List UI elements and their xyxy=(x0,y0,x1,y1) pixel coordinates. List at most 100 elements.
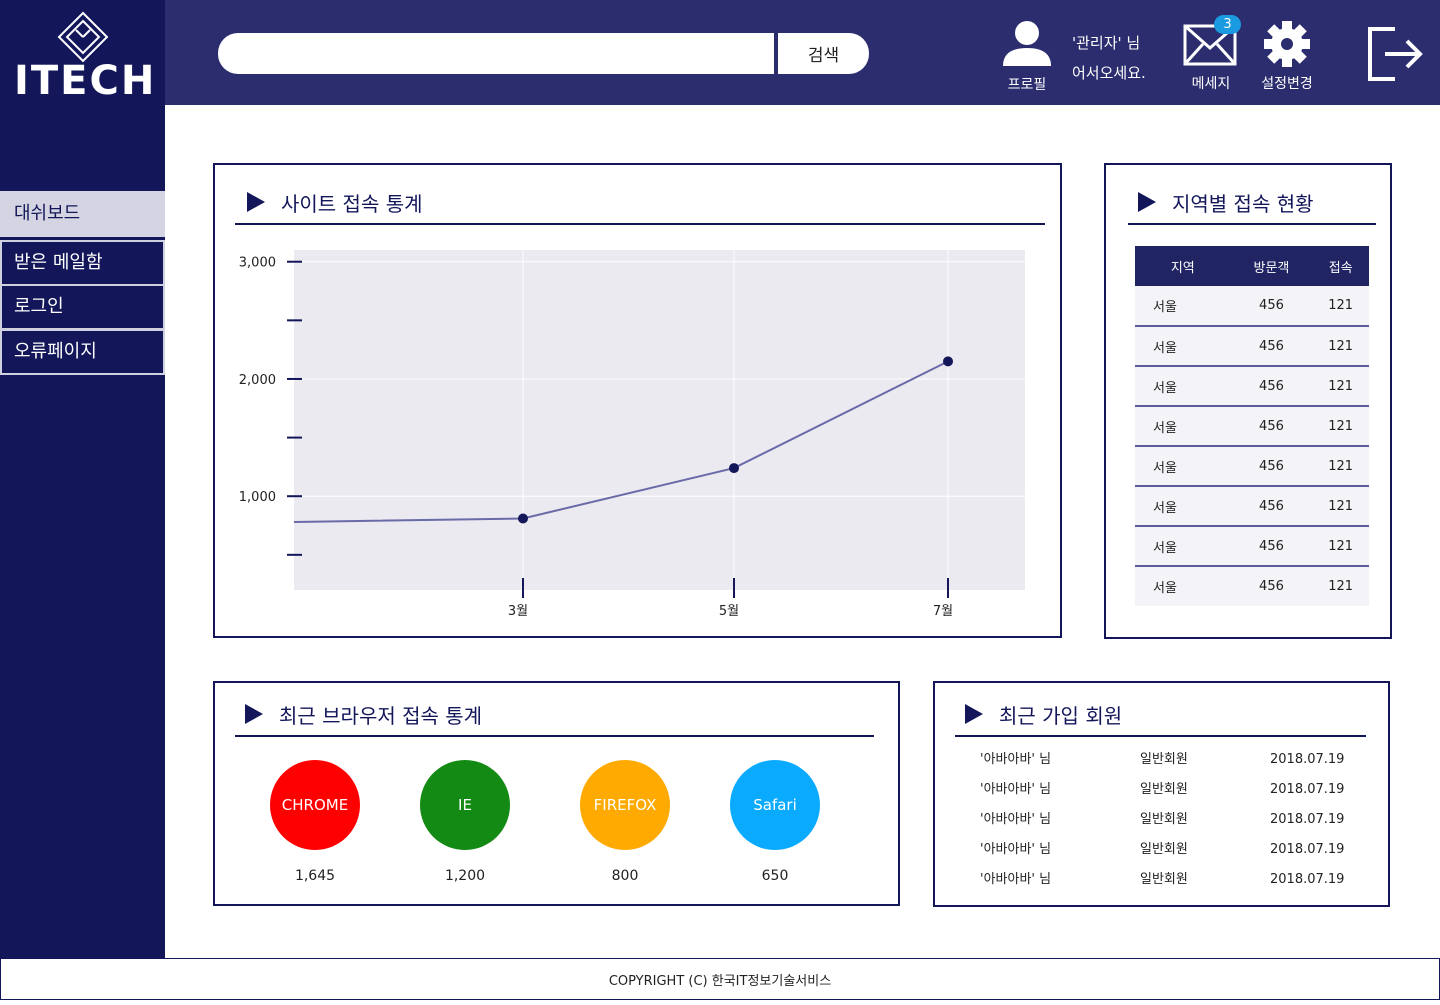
footer: COPYRIGHT (C) 한국IT정보기술서비스 xyxy=(0,958,1440,1000)
sidebar-item-dashboard[interactable]: 대쉬보드 xyxy=(0,191,165,237)
browser-circle-chrome: CHROME xyxy=(270,760,360,850)
site-stats-title-text: 사이트 접속 통계 xyxy=(281,191,423,216)
greeting-name: '관리자' 님 xyxy=(1072,34,1141,52)
triangle-bullet-icon xyxy=(1138,192,1156,212)
member-date: 2018.07.19 xyxy=(1270,782,1345,797)
browser-count: 800 xyxy=(611,868,639,884)
browser-circle-firefox: FIREFOX xyxy=(580,760,670,850)
member-grade: 일반회원 xyxy=(1140,842,1188,857)
browser-circle-safari: Safari xyxy=(730,760,820,850)
data-point xyxy=(729,463,739,474)
list-item[interactable]: '아바아바' 님 일반회원 2018.07.19 xyxy=(980,865,1360,895)
member-date: 2018.07.19 xyxy=(1270,872,1345,887)
logo-text: ITECH xyxy=(14,58,157,104)
cell-connections: 121 xyxy=(1312,486,1369,527)
cell-region: 서울 xyxy=(1135,486,1231,527)
region-stats-table: 지역 방문객 접속 서울 456 121 서울 456 121 서울 456 121 서울 456 1… xyxy=(1135,246,1369,606)
cell-connections: 121 xyxy=(1312,366,1369,407)
member-date: 2018.07.19 xyxy=(1270,812,1345,827)
recent-members-title: 최근 가입 회원 xyxy=(955,693,1366,737)
member-date: 2018.07.19 xyxy=(1270,752,1345,767)
y-tick-label: 2,000 xyxy=(239,373,276,388)
cell-visitors: 456 xyxy=(1230,486,1313,527)
browser-stats-title: 최근 브라우저 접속 통계 xyxy=(235,693,874,737)
x-tick-label: 5월 xyxy=(719,604,739,619)
gear-icon xyxy=(1264,21,1310,67)
member-name: '아바아바' 님 xyxy=(980,782,1052,797)
search-button[interactable]: 검색 xyxy=(778,33,869,74)
member-grade: 일반회원 xyxy=(1140,752,1188,767)
browser-count: 650 xyxy=(761,868,789,884)
cell-visitors: 456 xyxy=(1230,326,1313,367)
cell-connections: 121 xyxy=(1312,326,1369,367)
y-tick-label: 1,000 xyxy=(239,490,276,505)
sidebar-item-error-page[interactable]: 오류페이지 xyxy=(0,329,165,375)
member-name: '아바아바' 님 xyxy=(980,812,1052,827)
user-icon xyxy=(1003,21,1051,66)
member-name: '아바아바' 님 xyxy=(980,872,1052,887)
browser-count: 1,645 xyxy=(294,868,336,884)
list-item[interactable]: '아바아바' 님 일반회원 2018.07.19 xyxy=(980,835,1360,865)
triangle-bullet-icon xyxy=(245,704,263,724)
table-row: 서울 456 121 xyxy=(1135,366,1369,407)
cell-region: 서울 xyxy=(1135,526,1231,567)
search-input[interactable] xyxy=(218,33,774,74)
table-row: 서울 456 121 xyxy=(1135,566,1369,606)
recent-members-title-text: 최근 가입 회원 xyxy=(999,703,1123,728)
cell-visitors: 456 xyxy=(1230,406,1313,447)
greeting-text: 어서오세요. xyxy=(1072,64,1146,82)
logout-icon xyxy=(1368,27,1423,81)
cell-region: 서울 xyxy=(1135,566,1231,606)
list-item[interactable]: '아바아바' 님 일반회원 2018.07.19 xyxy=(980,745,1360,775)
browser-count: 1,200 xyxy=(444,868,486,884)
cell-connections: 121 xyxy=(1312,446,1369,487)
profile-button[interactable]: 프로필 xyxy=(997,18,1057,93)
triangle-bullet-icon xyxy=(247,192,265,212)
logout-button[interactable] xyxy=(1365,24,1425,84)
triangle-bullet-icon xyxy=(965,704,983,724)
logo[interactable]: ITECH xyxy=(0,0,165,105)
list-item[interactable]: '아바아바' 님 일반회원 2018.07.19 xyxy=(980,805,1360,835)
member-name: '아바아바' 님 xyxy=(980,842,1052,857)
sidebar-item-login[interactable]: 로그인 xyxy=(0,284,165,330)
plot-area xyxy=(294,250,1025,590)
table-row: 서울 456 121 xyxy=(1135,286,1369,327)
site-stats-chart: 1,000 2,000 3,000 3월 5월 7월 xyxy=(239,250,1025,619)
table-row: 서울 456 121 xyxy=(1135,526,1369,567)
cell-visitors: 456 xyxy=(1230,446,1313,487)
x-tick-label: 7월 xyxy=(933,604,953,619)
table-header-row: 지역 방문객 접속 xyxy=(1135,246,1369,286)
table-row: 서울 456 121 xyxy=(1135,406,1369,447)
sidebar-item-inbox[interactable]: 받은 메일함 xyxy=(0,240,165,286)
cell-region: 서울 xyxy=(1135,406,1231,447)
list-item[interactable]: '아바아바' 님 일반회원 2018.07.19 xyxy=(980,775,1360,805)
region-stats-title: 지역별 접속 현황 xyxy=(1128,181,1376,225)
member-date: 2018.07.19 xyxy=(1270,842,1345,857)
x-tick-label: 3월 xyxy=(508,604,528,619)
cell-visitors: 456 xyxy=(1230,526,1313,567)
profile-label: 프로필 xyxy=(1007,77,1047,93)
site-stats-title: 사이트 접속 통계 xyxy=(235,181,1045,225)
browser-stats-title-text: 최근 브라우저 접속 통계 xyxy=(279,703,483,728)
cell-connections: 121 xyxy=(1312,406,1369,447)
cell-visitors: 456 xyxy=(1230,366,1313,407)
data-point xyxy=(943,356,953,367)
column-header-visitors: 방문객 xyxy=(1230,246,1313,286)
column-header-region: 지역 xyxy=(1135,246,1231,286)
browser-circle-ie: IE xyxy=(420,760,510,850)
cell-region: 서울 xyxy=(1135,326,1231,367)
cell-region: 서울 xyxy=(1135,286,1231,327)
cell-region: 서울 xyxy=(1135,366,1231,407)
member-grade: 일반회원 xyxy=(1140,812,1188,827)
cell-connections: 121 xyxy=(1312,566,1369,606)
table-row: 서울 456 121 xyxy=(1135,326,1369,367)
column-header-connections: 접속 xyxy=(1312,246,1369,286)
cell-region: 서울 xyxy=(1135,446,1231,487)
member-name: '아바아바' 님 xyxy=(980,752,1052,767)
y-tick-label: 3,000 xyxy=(239,256,276,271)
cell-visitors: 456 xyxy=(1230,566,1313,606)
cell-visitors: 456 xyxy=(1230,286,1313,327)
settings-button[interactable]: 설정변경 xyxy=(1255,18,1319,93)
settings-label: 설정변경 xyxy=(1261,76,1313,92)
message-count-badge: 3 xyxy=(1214,15,1241,34)
